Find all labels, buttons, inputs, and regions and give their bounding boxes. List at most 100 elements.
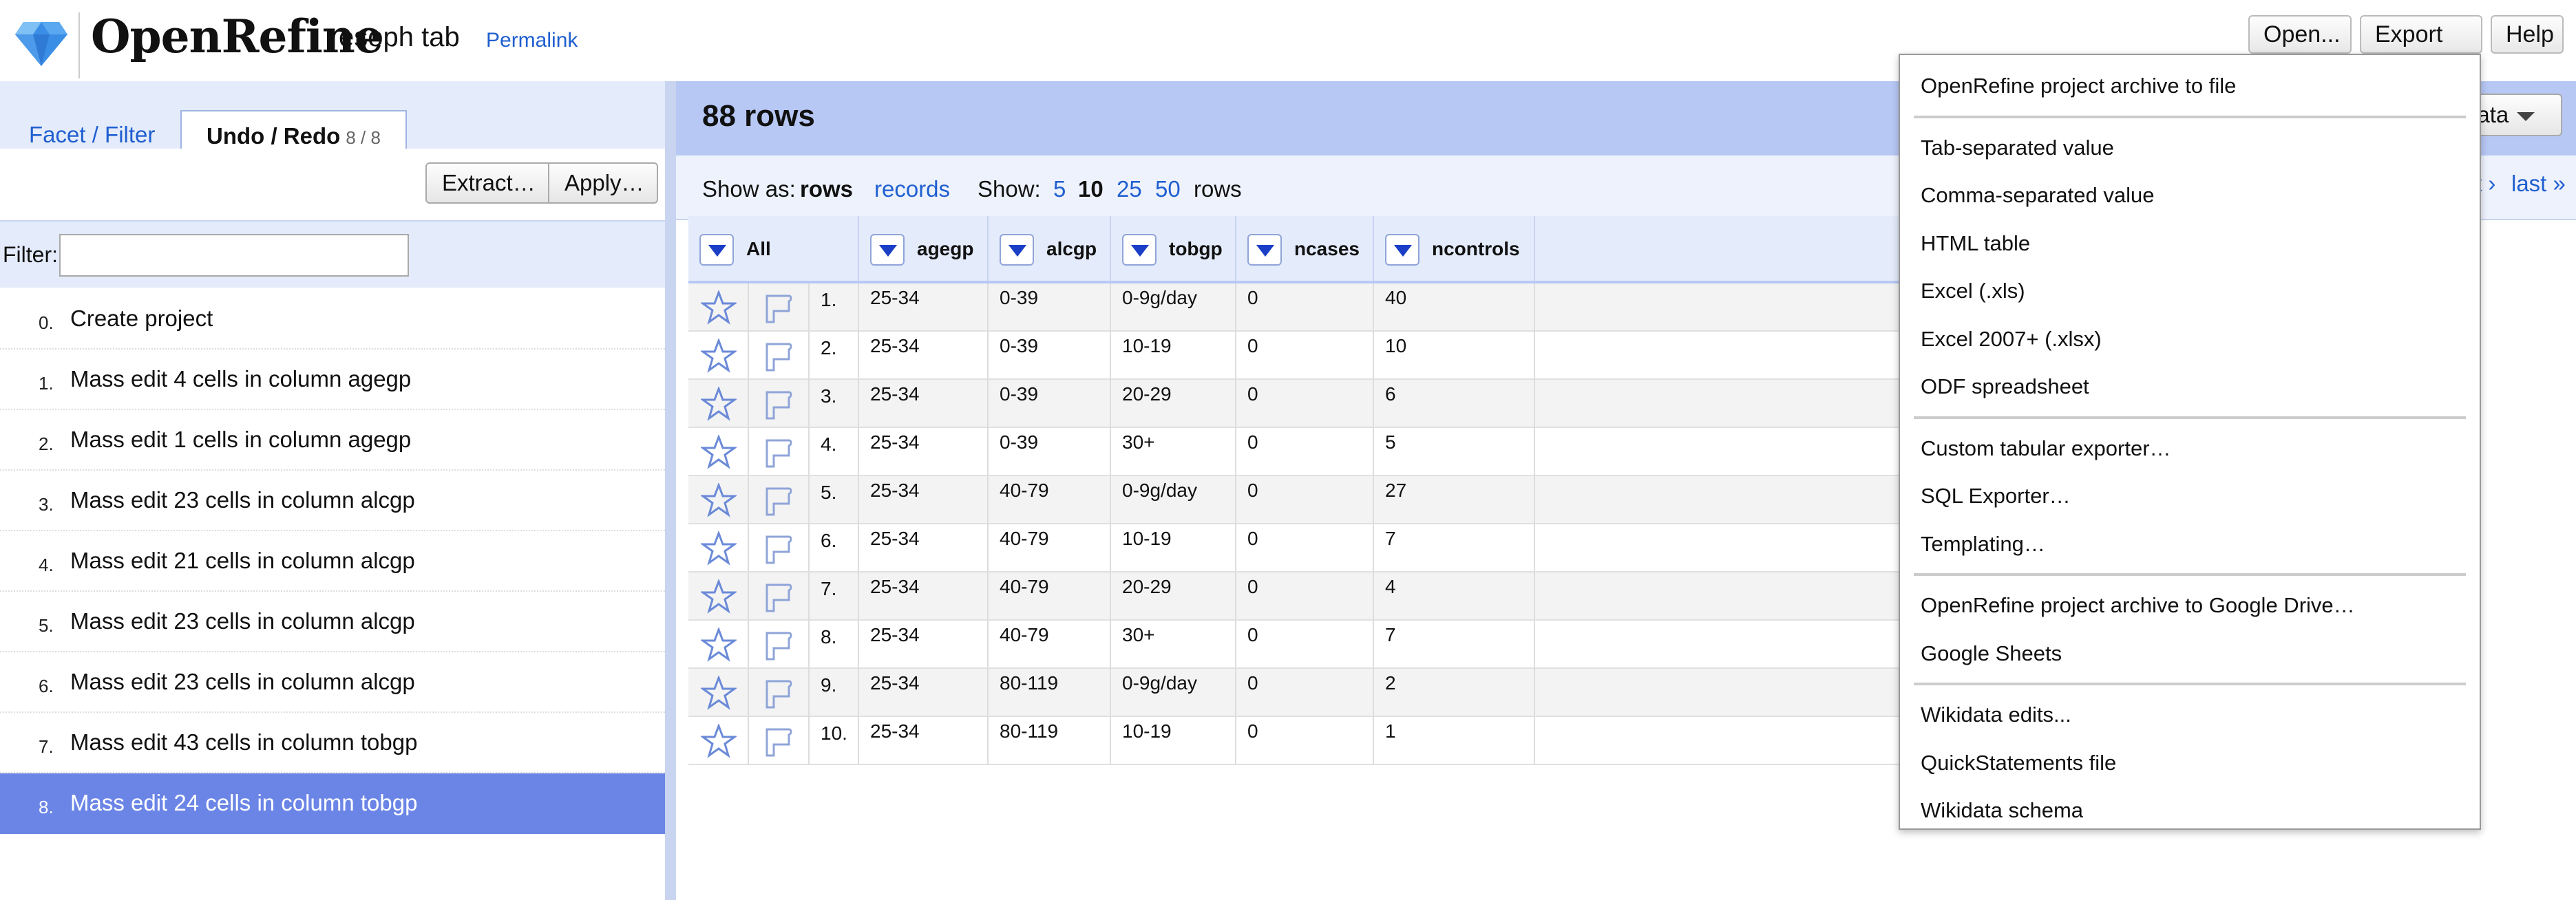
flag-icon[interactable] [749,428,810,476]
flag-icon[interactable] [749,669,810,717]
cell-ncases[interactable]: 0 [1236,380,1374,428]
cell-ncontrols[interactable]: 7 [1374,524,1535,572]
cell-ncases[interactable]: 0 [1236,283,1374,332]
flag-icon[interactable] [749,572,810,621]
page-size-10[interactable]: 10 [1078,176,1104,202]
export-menu-item[interactable]: Wikidata schema [1900,788,2480,833]
star-icon[interactable] [688,428,749,476]
flag-icon[interactable] [749,621,810,669]
project-name[interactable]: esoph tab [339,22,460,53]
apply-button[interactable]: Apply… [548,162,658,204]
page-size-25[interactable]: 25 [1117,176,1142,202]
cell-ncases[interactable]: 0 [1236,524,1374,572]
openrefine-diamond-logo-icon[interactable] [14,19,69,67]
flag-icon[interactable] [749,283,810,332]
star-icon[interactable] [688,380,749,428]
cell-agegp[interactable]: 25-34 [859,332,989,380]
cell-ncases[interactable]: 0 [1236,572,1374,621]
export-button[interactable]: Export [2360,15,2482,76]
cell-alcgp[interactable]: 40-79 [989,621,1111,669]
cell-agegp[interactable]: 25-34 [859,621,989,669]
column-menu-dropdown-icon[interactable] [1000,234,1034,266]
star-icon[interactable] [688,572,749,621]
cell-alcgp[interactable]: 80-119 [989,717,1111,765]
star-icon[interactable] [688,283,749,332]
history-item[interactable]: 1. Mass edit 4 cells in column agegp [0,350,665,410]
export-menu-item[interactable]: Excel 2007+ (.xlsx) [1900,317,2480,362]
cell-tobgp[interactable]: 30+ [1111,428,1236,476]
flag-icon[interactable] [749,717,810,765]
cell-tobgp[interactable]: 0-9g/day [1111,283,1236,332]
star-icon[interactable] [688,717,749,765]
history-item[interactable]: 4. Mass edit 21 cells in column alcgp [0,531,665,592]
cell-alcgp[interactable]: 0-39 [989,428,1111,476]
cell-ncontrols[interactable]: 10 [1374,332,1535,380]
column-header-agegp[interactable]: agegp [859,216,989,281]
column-header-tobgp[interactable]: tobgp [1111,216,1236,281]
cell-agegp[interactable]: 25-34 [859,380,989,428]
cell-ncontrols[interactable]: 1 [1374,717,1535,765]
cell-alcgp[interactable]: 0-39 [989,380,1111,428]
history-item[interactable]: 5. Mass edit 23 cells in column alcgp [0,592,665,652]
cell-tobgp[interactable]: 20-29 [1111,572,1236,621]
star-icon[interactable] [688,476,749,524]
page-size-5[interactable]: 5 [1053,176,1066,202]
open-button[interactable]: Open... [2248,15,2352,54]
mode-records-link[interactable]: records [874,176,950,202]
export-menu-item[interactable]: OpenRefine project archive to Google Dri… [1900,583,2480,628]
cell-agegp[interactable]: 25-34 [859,428,989,476]
cell-ncases[interactable]: 0 [1236,428,1374,476]
cell-alcgp[interactable]: 40-79 [989,524,1111,572]
export-menu-item[interactable]: Custom tabular exporter… [1900,426,2480,471]
column-menu-dropdown-icon[interactable] [699,234,734,266]
cell-ncontrols[interactable]: 27 [1374,476,1535,524]
cell-ncontrols[interactable]: 4 [1374,572,1535,621]
export-menu-item[interactable]: ODF spreadsheet [1900,364,2480,409]
export-menu-item[interactable]: Comma-separated value [1900,173,2480,218]
export-menu-item[interactable]: Google Sheets [1900,631,2480,676]
cell-ncontrols[interactable]: 6 [1374,380,1535,428]
history-item[interactable]: 2. Mass edit 1 cells in column agegp [0,410,665,471]
cell-alcgp[interactable]: 0-39 [989,283,1111,332]
cell-agegp[interactable]: 25-34 [859,717,989,765]
cell-agegp[interactable]: 25-34 [859,669,989,717]
column-menu-dropdown-icon[interactable] [1122,234,1157,266]
star-icon[interactable] [688,524,749,572]
column-menu-dropdown-icon[interactable] [870,234,905,266]
cell-agegp[interactable]: 25-34 [859,476,989,524]
history-item[interactable]: 6. Mass edit 23 cells in column alcgp [0,652,665,713]
history-item[interactable]: 3. Mass edit 23 cells in column alcgp [0,471,665,531]
export-menu-item[interactable]: OpenRefine project archive to file [1900,63,2480,109]
help-button[interactable]: Help [2491,15,2564,54]
export-menu-item[interactable]: Templating… [1900,522,2480,567]
flag-icon[interactable] [749,332,810,380]
export-menu-item[interactable]: Tab-separated value [1900,125,2480,171]
export-menu-item[interactable]: SQL Exporter… [1900,473,2480,519]
cell-alcgp[interactable]: 0-39 [989,332,1111,380]
cell-ncases[interactable]: 0 [1236,621,1374,669]
page-size-50[interactable]: 50 [1155,176,1181,202]
flag-icon[interactable] [749,524,810,572]
cell-ncases[interactable]: 0 [1236,332,1374,380]
history-item[interactable]: 0. Create project [0,289,665,350]
cell-ncases[interactable]: 0 [1236,669,1374,717]
export-menu-item[interactable]: HTML table [1900,221,2480,266]
column-header-ncases[interactable]: ncases [1236,216,1374,281]
cell-alcgp[interactable]: 40-79 [989,572,1111,621]
export-menu-item[interactable]: Excel (.xls) [1900,268,2480,314]
history-item[interactable]: 7. Mass edit 43 cells in column tobgp [0,713,665,773]
cell-alcgp[interactable]: 80-119 [989,669,1111,717]
left-panel-resize-handle[interactable] [665,81,676,900]
flag-icon[interactable] [749,476,810,524]
column-header-all[interactable]: All [688,216,859,281]
cell-tobgp[interactable]: 30+ [1111,621,1236,669]
export-menu-item[interactable]: QuickStatements file [1900,740,2480,786]
star-icon[interactable] [688,332,749,380]
cell-tobgp[interactable]: 0-9g/day [1111,476,1236,524]
cell-agegp[interactable]: 25-34 [859,572,989,621]
cell-tobgp[interactable]: 20-29 [1111,380,1236,428]
cell-tobgp[interactable]: 10-19 [1111,717,1236,765]
extract-button[interactable]: Extract… [425,162,549,204]
cell-tobgp[interactable]: 10-19 [1111,332,1236,380]
column-menu-dropdown-icon[interactable] [1247,234,1282,266]
